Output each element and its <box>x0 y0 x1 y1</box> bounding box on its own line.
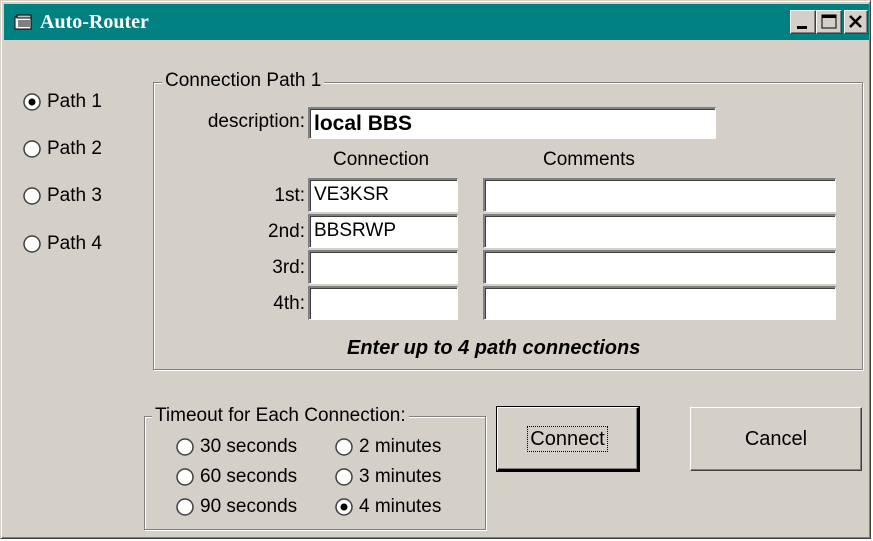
window-title: Auto-Router <box>40 11 149 33</box>
connection-field-2[interactable]: BBSRWP <box>307 213 459 249</box>
timeout-option-label: 90 seconds <box>200 496 298 517</box>
comment-field-1[interactable] <box>482 177 837 213</box>
comment-field-3[interactable] <box>482 249 837 285</box>
timeout-option-label: 60 seconds <box>200 466 298 487</box>
minimize-button[interactable] <box>790 10 816 34</box>
connect-button[interactable]: Connect <box>496 406 640 472</box>
description-field[interactable]: local BBS <box>307 106 717 140</box>
maximize-button[interactable] <box>816 10 842 34</box>
row-label: 4th: <box>273 293 305 314</box>
connection-value: VE3KSR <box>314 184 389 205</box>
row-label: 1st: <box>274 185 305 206</box>
maximize-icon <box>821 14 837 29</box>
radio-empty-icon <box>176 468 194 486</box>
minimize-icon <box>797 26 807 29</box>
connection-field-4[interactable] <box>307 285 459 321</box>
radio-empty-icon <box>176 498 194 516</box>
connection-group-legend: Connection Path 1 <box>162 70 325 92</box>
path-radio-label: Path 1 <box>47 91 102 112</box>
comment-field-2[interactable] <box>482 213 837 249</box>
connection-column-header: Connection <box>333 149 430 170</box>
timeout-option-label: 4 minutes <box>359 496 442 517</box>
radio-empty-icon <box>335 468 353 486</box>
comment-field-4[interactable] <box>482 285 837 321</box>
cancel-button[interactable]: Cancel <box>690 407 862 471</box>
path-radio-label: Path 3 <box>47 185 102 206</box>
title-bar[interactable]: Auto-Router <box>4 4 869 40</box>
description-value: local BBS <box>314 112 413 135</box>
radio-empty-icon <box>335 438 353 456</box>
radio-selected-icon <box>335 498 353 516</box>
close-button[interactable] <box>844 10 868 34</box>
radio-empty-icon <box>23 140 41 158</box>
connection-value: BBSRWP <box>314 220 397 241</box>
radio-empty-icon <box>23 235 41 253</box>
path-hint-text: Enter up to 4 path connections <box>347 337 641 359</box>
timeout-option-label: 30 seconds <box>200 436 298 457</box>
connect-button-label: Connect <box>527 425 608 452</box>
row-label: 2nd: <box>268 221 305 242</box>
path-radio-label: Path 4 <box>47 233 102 254</box>
timeout-group-legend: Timeout for Each Connection: <box>152 405 409 427</box>
timeout-option-label: 2 minutes <box>359 436 442 457</box>
auto-router-window: Auto-Router Path 1 Path 2 Path 3 Path 4 … <box>0 0 871 539</box>
close-icon <box>849 15 862 28</box>
path-radio-label: Path 2 <box>47 138 102 159</box>
connection-field-3[interactable] <box>307 249 459 285</box>
connection-field-1[interactable]: VE3KSR <box>307 177 459 213</box>
radio-selected-icon <box>23 93 41 111</box>
cancel-button-label: Cancel <box>744 428 808 450</box>
folder-icon <box>14 14 32 30</box>
radio-empty-icon <box>176 438 194 456</box>
radio-empty-icon <box>23 187 41 205</box>
row-label: 3rd: <box>272 257 305 278</box>
comments-column-header: Comments <box>543 149 635 170</box>
timeout-option-label: 3 minutes <box>359 466 442 487</box>
description-label: description: <box>207 111 305 132</box>
